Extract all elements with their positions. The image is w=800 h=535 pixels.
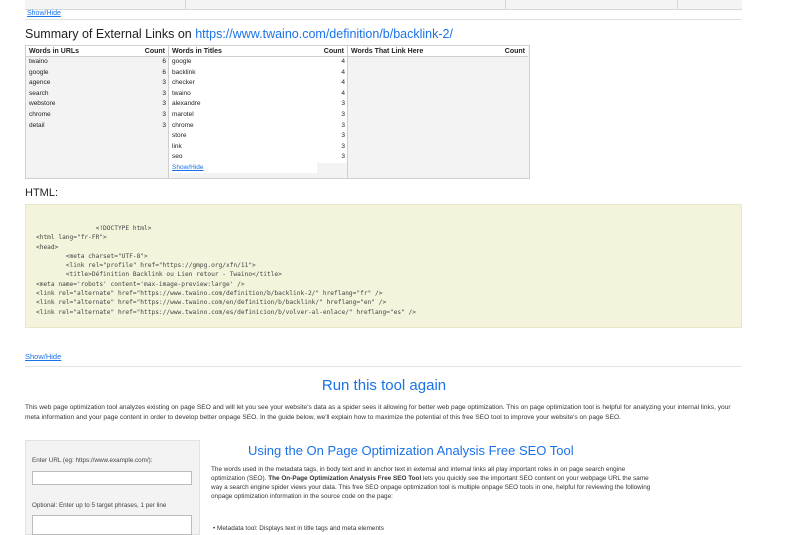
summary-title: Summary of External Links on https://www…: [25, 27, 453, 41]
urls-word: google: [29, 68, 49, 76]
urls-header-label: Words in URLs: [29, 48, 80, 55]
summary-title-prefix: Summary of External Links on: [25, 27, 196, 41]
section-body: The words used in the metadata tags, in …: [211, 465, 661, 501]
divider: [25, 19, 742, 20]
url-field-label: Enter URL (eg: https://www.example.com/)…: [32, 457, 153, 464]
titles-header-label: Words in Titles: [172, 48, 222, 55]
titles-header: Words in Titles Count: [169, 46, 347, 57]
link-here-header: Words That Link Here Count: [348, 46, 528, 57]
divider: [25, 366, 742, 367]
titles-table-row: store 3: [169, 131, 347, 142]
titles-word: alexandre: [172, 100, 201, 108]
html-source-code-box: <!DOCTYPE html> <html lang="fr-FR"> <hea…: [25, 204, 742, 328]
external-links-table: Words in URLs Count twaino 6 google 6 agence…: [25, 45, 530, 179]
link-here-count-header: Count: [504, 48, 525, 55]
urls-table-row: agence 3: [26, 78, 168, 89]
column-divider: [185, 0, 186, 9]
titles-count: 3: [341, 132, 345, 140]
column-divider: [677, 0, 678, 9]
titles-count: 3: [341, 110, 345, 118]
urls-word: webstore: [29, 100, 56, 108]
link-here-header-label: Words That Link Here: [351, 48, 424, 55]
urls-table-row: webstore 3: [26, 99, 168, 110]
urls-rows: twaino 6 google 6 agence 3 search 3 webstore 3 chr…: [26, 57, 168, 131]
target-phrases-label: Optional: Enter up to 5 target phrases, …: [32, 502, 167, 509]
titles-word: marotel: [172, 110, 194, 118]
titles-word: google: [172, 58, 192, 65]
words-that-link-here-column: Words That Link Here Count: [348, 46, 528, 178]
urls-count: 3: [162, 89, 166, 97]
titles-count: 4: [341, 68, 345, 76]
run-tool-again-heading: Run this tool again: [321, 377, 447, 394]
urls-header: Words in URLs Count: [26, 46, 168, 57]
titles-count: 3: [341, 121, 345, 129]
titles-table-row: seo 3: [169, 152, 347, 163]
url-input[interactable]: [32, 471, 192, 485]
titles-word: chrome: [172, 121, 194, 129]
urls-word: search: [29, 89, 49, 97]
section-body-bold: The On-Page Optimization Analysis Free S…: [268, 475, 422, 482]
titles-table-row: google 4: [169, 57, 347, 68]
urls-word: agence: [29, 79, 51, 87]
titles-word: store: [172, 132, 187, 140]
titles-count: 4: [341, 58, 345, 65]
analysis-form: Enter URL (eg: https://www.example.com/)…: [25, 440, 200, 535]
titles-count: 4: [341, 89, 345, 97]
titles-show-hide-row: Show/Hide: [169, 162, 317, 173]
top-show-hide-link[interactable]: Show/Hide: [27, 10, 61, 17]
summary-url-link[interactable]: https://www.twaino.com/definition/b/back…: [195, 27, 453, 41]
titles-table-row: checker 4: [169, 78, 347, 89]
titles-table-row: alexandre 3: [169, 99, 347, 110]
urls-table-row: detail 3: [26, 121, 168, 132]
urls-word: twaino: [29, 58, 48, 65]
urls-count-header: Count: [144, 48, 165, 55]
urls-table-row: chrome 3: [26, 110, 168, 121]
previous-table-remnant: [25, 0, 742, 10]
titles-word: link: [172, 142, 182, 150]
words-in-titles-column: Words in Titles Count google 4 backlink 4 ch…: [169, 46, 348, 178]
titles-show-hide-link[interactable]: Show/Hide: [172, 164, 203, 171]
urls-table-row: twaino 6: [26, 57, 168, 68]
titles-word: backlink: [172, 68, 196, 76]
titles-word: checker: [172, 79, 195, 87]
titles-count: 4: [341, 79, 345, 87]
html-show-hide-link[interactable]: Show/Hide: [25, 352, 61, 361]
urls-count: 6: [162, 68, 166, 76]
urls-table-row: search 3: [26, 89, 168, 100]
titles-table-row: link 3: [169, 141, 347, 153]
titles-rows: google 4 backlink 4 checker 4 twaino 4 alexandre…: [169, 57, 347, 163]
section-title: Using the On Page Optimization Analysis …: [248, 443, 574, 458]
column-divider: [505, 0, 506, 9]
urls-count: 6: [162, 58, 166, 65]
urls-word: chrome: [29, 110, 51, 118]
titles-count-header: Count: [323, 48, 344, 55]
titles-table-row: backlink 4: [169, 67, 347, 79]
urls-table-row: google 6: [26, 68, 168, 79]
urls-count: 3: [162, 121, 166, 129]
titles-count: 3: [341, 153, 345, 161]
urls-word: detail: [29, 121, 45, 129]
titles-table-row: twaino 4: [169, 88, 347, 100]
titles-word: twaino: [172, 89, 191, 97]
html-section-label: HTML:: [25, 187, 58, 199]
metadata-tool-bullet: • Metadata tool: Displays text in title …: [213, 525, 384, 532]
words-in-urls-column: Words in URLs Count twaino 6 google 6 agence…: [26, 46, 169, 178]
titles-table-row: chrome 3: [169, 120, 347, 132]
tool-description: This web page optimization tool analyzes…: [25, 404, 731, 421]
titles-count: 3: [341, 142, 345, 150]
urls-count: 3: [162, 79, 166, 87]
html-source-code: <!DOCTYPE html> <html lang="fr-FR"> <hea…: [36, 225, 416, 316]
urls-count: 3: [162, 110, 166, 118]
titles-table-row: marotel 3: [169, 109, 347, 121]
titles-word: seo: [172, 153, 183, 161]
target-phrases-textarea[interactable]: [32, 515, 192, 535]
urls-count: 3: [162, 100, 166, 108]
titles-count: 3: [341, 100, 345, 108]
